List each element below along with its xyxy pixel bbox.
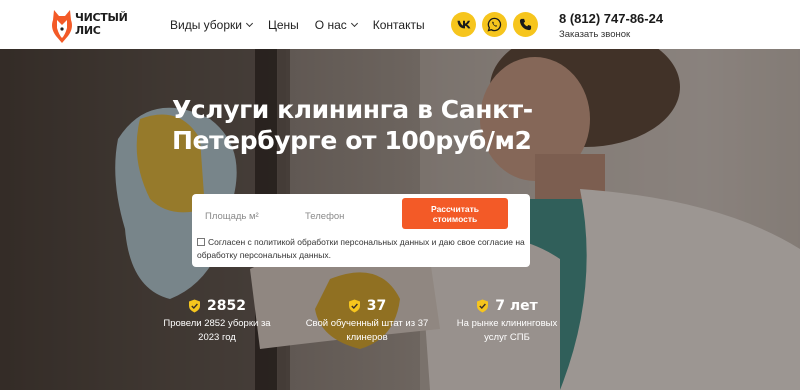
calc-form: Площадь м² Телефон Рассчитать стоимость … (192, 194, 530, 267)
consent-checkbox[interactable] (197, 238, 205, 246)
fox-logo-icon (52, 10, 72, 43)
hero-title: Услуги клининга в Санкт-Петербурге от 10… (172, 95, 533, 155)
logo-text: ЧИСТЫЙ ЛИС (75, 11, 128, 37)
whatsapp-button[interactable] (482, 12, 507, 37)
shield-check-icon (477, 299, 489, 313)
calculate-button[interactable]: Рассчитать стоимость (402, 198, 508, 229)
main-nav: Виды уборки Цены О нас Контакты (170, 0, 441, 49)
stat-value: 7 лет (495, 298, 538, 314)
chevron-down-icon (350, 19, 358, 27)
nav-item-prices[interactable]: Цены (268, 18, 299, 32)
whatsapp-icon (487, 17, 502, 32)
vk-button[interactable] (451, 12, 476, 37)
stat-description: Провели 2852 уборки за 2023 год (163, 318, 271, 343)
stat-value: 2852 (207, 298, 246, 314)
shield-check-icon (348, 299, 360, 313)
phone-input[interactable]: Телефон (305, 202, 395, 230)
stat-cleanings: 2852 Провели 2852 уборки за 2023 год (152, 298, 282, 345)
chevron-down-icon (245, 19, 254, 27)
stat-years: 7 лет На рынке клининговых услуг СПБ (447, 298, 567, 345)
callback-link[interactable]: Заказать звонок (559, 29, 630, 40)
stat-description: На рынке клининговых услуг СПБ (456, 318, 558, 343)
vk-icon (457, 20, 470, 29)
hero-section: Услуги клининга в Санкт-Петербурге от 10… (0, 49, 800, 390)
nav-item-contacts[interactable]: Контакты (373, 18, 425, 32)
call-button[interactable] (513, 12, 538, 37)
stat-staff: 37 Свой обученный штат из 37 клинеров (302, 298, 432, 345)
nav-item-label: О нас (314, 17, 347, 32)
nav-item-label: Контакты (372, 17, 425, 32)
stat-value: 37 (366, 298, 387, 314)
calculate-button-label: Рассчитать стоимость (431, 203, 479, 224)
shield-check-icon (189, 299, 201, 313)
site-header: ЧИСТЫЙ ЛИС Виды уборки Цены О нас Контак… (0, 0, 800, 49)
nav-item-label: Виды уборки (170, 17, 242, 32)
area-input[interactable]: Площадь м² (205, 202, 295, 230)
logo[interactable]: ЧИСТЫЙ ЛИС (50, 8, 128, 43)
nav-item-about[interactable]: О нас (314, 17, 358, 32)
stat-description: Свой обученный штат из 37 клинеров (305, 318, 429, 343)
nav-item-cleaning-types[interactable]: Виды уборки (170, 17, 254, 32)
consent-text: Согласен с политикой обработки персональ… (197, 236, 527, 262)
nav-item-label: Цены (267, 17, 299, 32)
phone-number[interactable]: 8 (812) 747-86-24 (559, 11, 663, 26)
phone-icon (519, 18, 532, 31)
consent-label: Согласен с политикой обработки персональ… (197, 237, 525, 260)
